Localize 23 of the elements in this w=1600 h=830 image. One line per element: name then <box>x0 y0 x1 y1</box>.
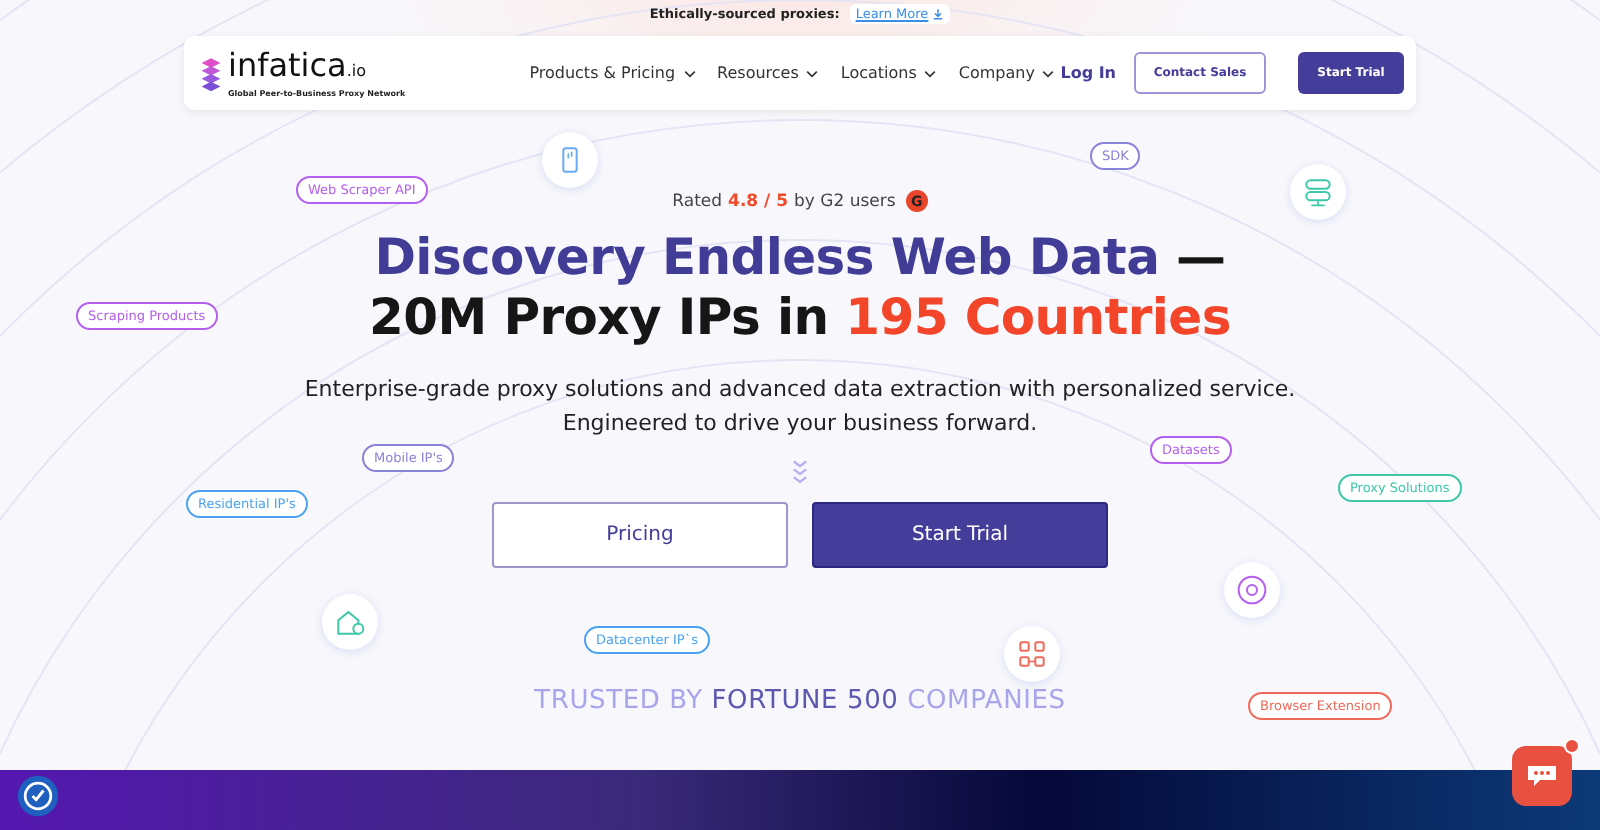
logo-wordmark[interactable]: infatica.io <box>228 49 406 87</box>
start-trial-button[interactable]: Start Trial <box>811 502 1108 568</box>
nav-menu-item[interactable]: Locations <box>840 64 937 82</box>
trusted-by-text: TRUSTED BY FORTUNE 500 COMPANIES <box>534 686 1066 716</box>
chevrons-down-icon <box>791 460 808 488</box>
pricing-button[interactable]: Pricing <box>491 502 788 568</box>
nav-menu-item[interactable]: Products & Pricing <box>529 64 696 82</box>
nav-menu-item[interactable]: Resources <box>717 64 819 82</box>
download-icon <box>932 8 945 20</box>
chat-icon[interactable] <box>1508 738 1580 810</box>
caret-icon <box>924 69 937 77</box>
caret-icon <box>1042 69 1055 77</box>
rating-score: 4.8 / 5 <box>728 191 789 211</box>
caret-icon <box>806 69 819 77</box>
rating-text: Rated <box>672 191 723 211</box>
caret-icon <box>683 69 696 77</box>
headline: Discovery Endless Web Data — 20M Proxy IPs in 195 Countries <box>369 228 1231 348</box>
subtitle-text: Enterprise-grade proxy solutions and advanced data extraction with personalized service. Engineered to drive your business forward. <box>304 374 1296 440</box>
login-link[interactable]: Log In <box>1060 64 1116 82</box>
nav-menu-item[interactable]: Company <box>958 64 1055 82</box>
rating-text: by G2 users <box>794 191 896 211</box>
accessibility-icon[interactable] <box>16 774 60 818</box>
browser-icon <box>1232 570 1272 610</box>
